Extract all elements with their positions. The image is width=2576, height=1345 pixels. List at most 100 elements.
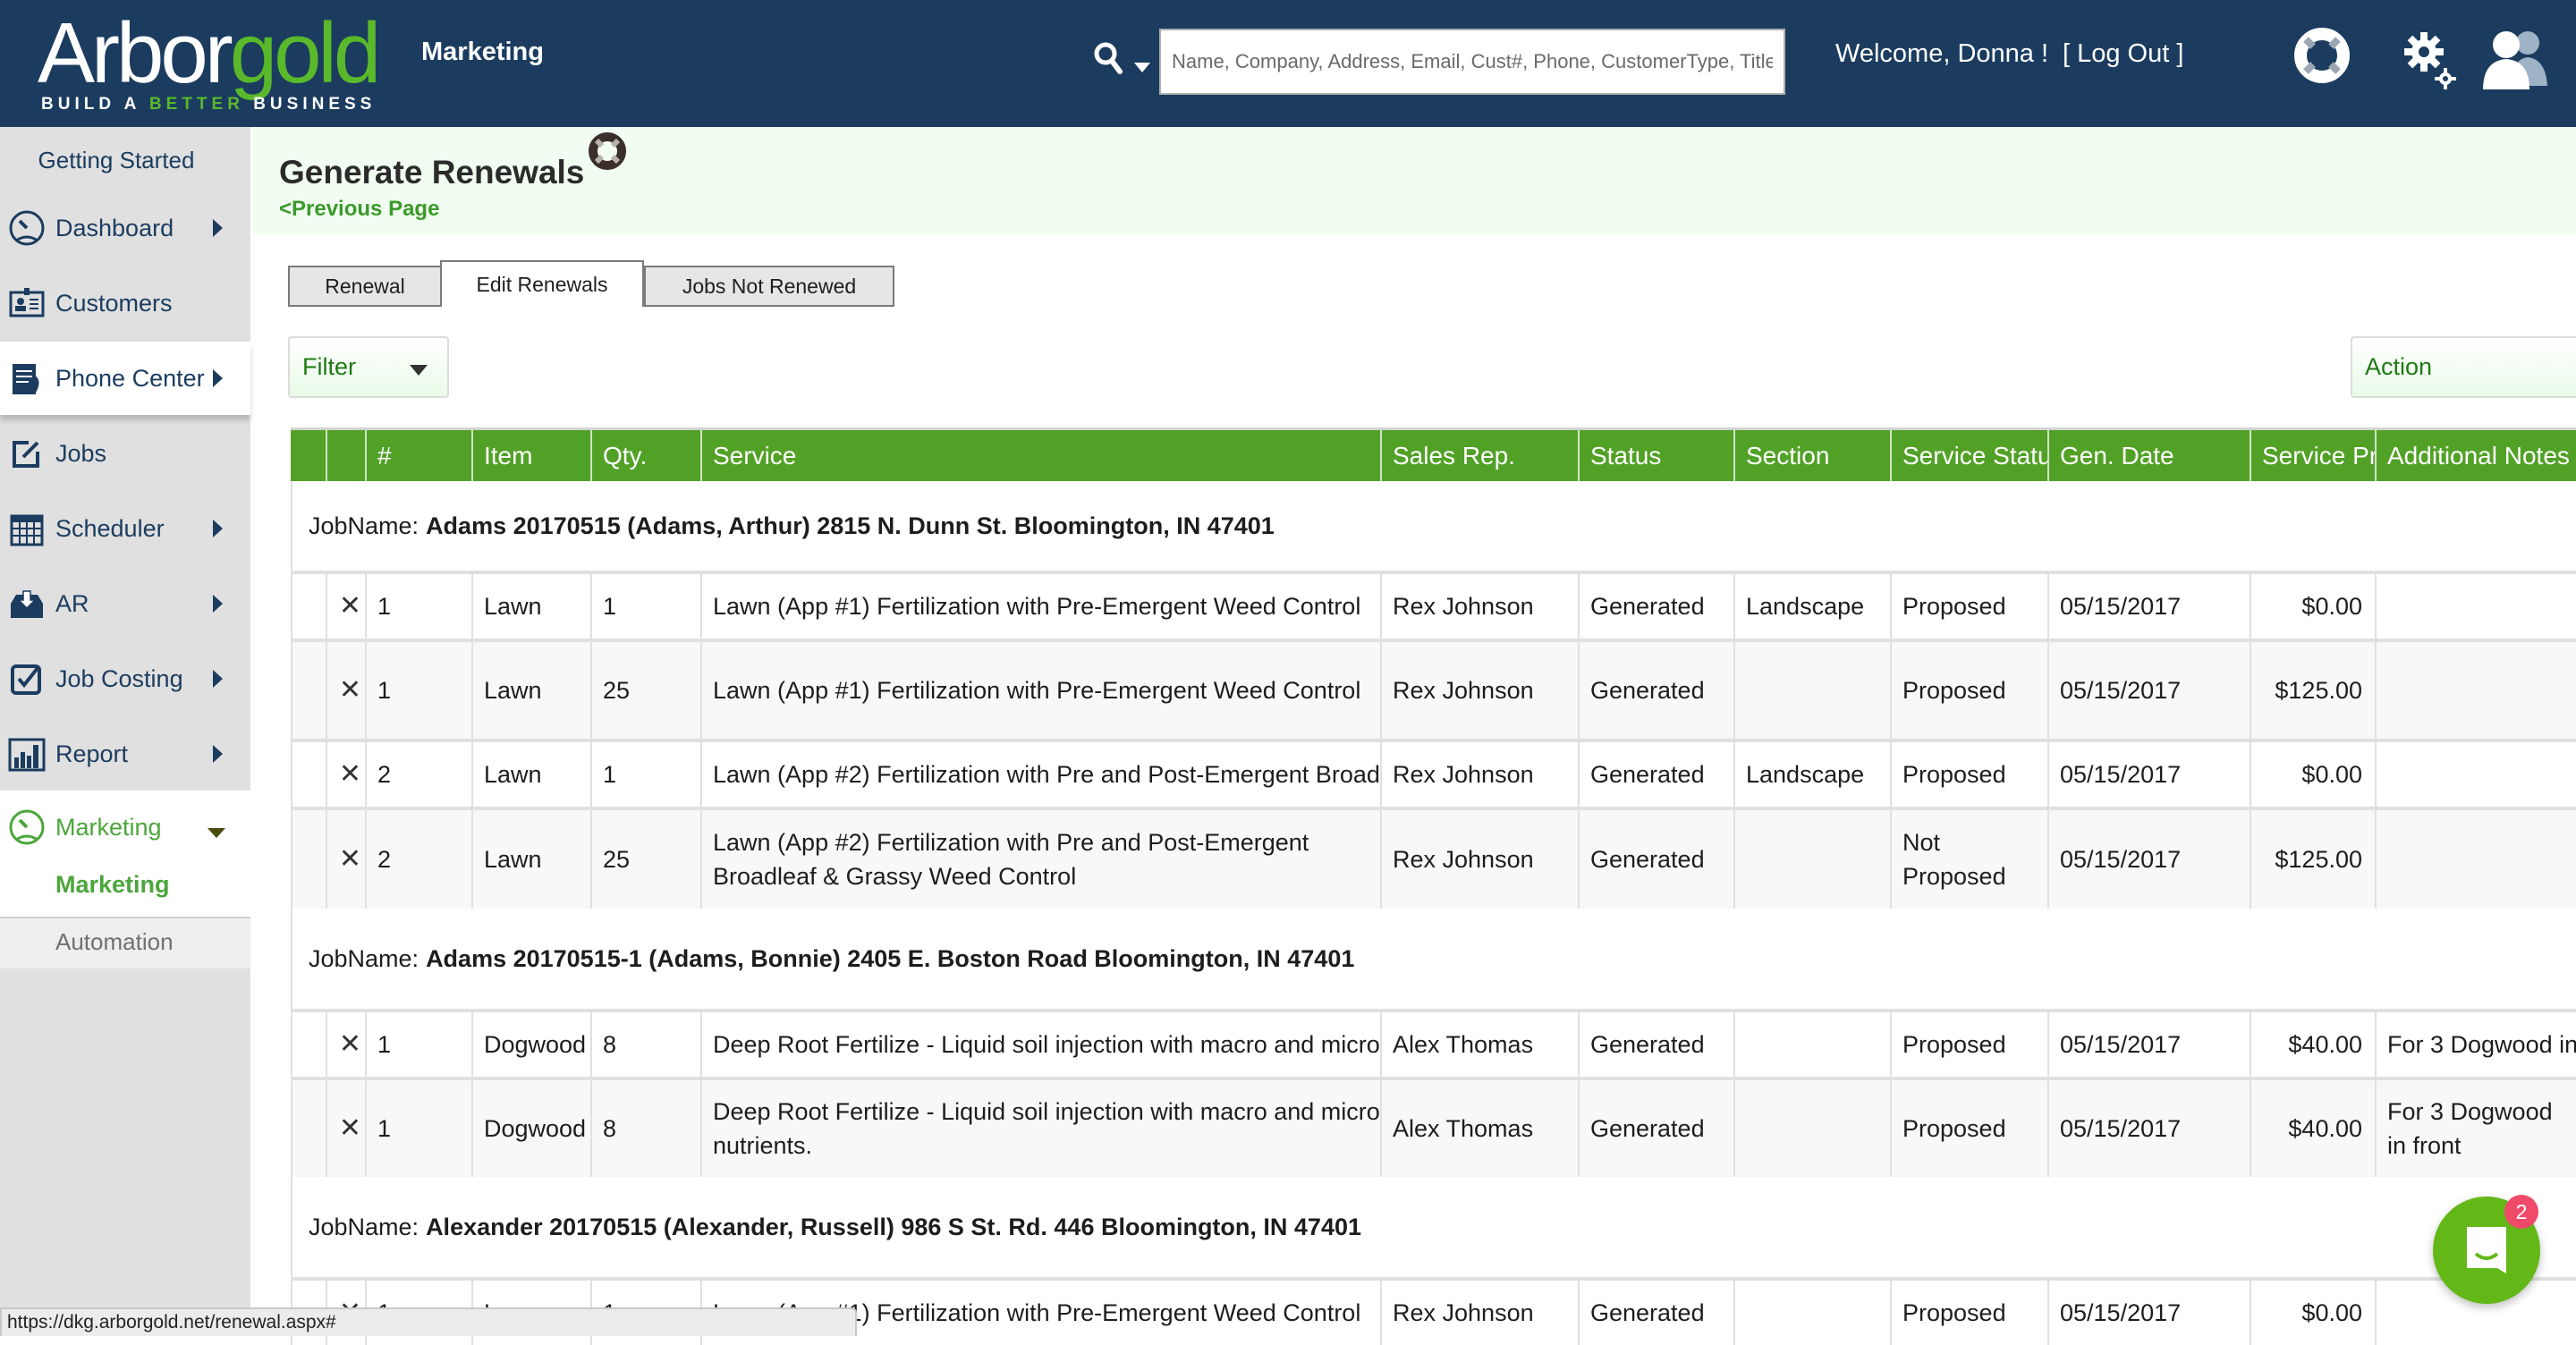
dashboard-gauge-icon [9,210,45,246]
sidebar-item-jobs[interactable]: Jobs [0,417,250,490]
column-header[interactable]: Sales Rep. [1380,430,1578,481]
cell-item: Lawn [471,810,590,909]
cell-service-status: Proposed [1890,574,2047,639]
sidebar-item-job-costing[interactable]: Job Costing [0,642,250,715]
users-icon[interactable] [2472,27,2553,91]
cell-service-status: Proposed [1890,1080,2047,1177]
filter-dropdown[interactable]: Filter [288,336,449,398]
sidebar-item-dashboard[interactable]: Dashboard [0,191,250,265]
cell-section: Landscape [1733,574,1890,639]
cell-section [1733,1080,1890,1177]
delete-row-icon[interactable]: ✕ [326,1080,365,1177]
column-header[interactable]: Section [1733,430,1890,481]
column-header[interactable]: Additional Notes [2375,430,2576,481]
column-header[interactable]: Item [471,430,590,481]
arborgold-logo[interactable]: Arborgold BUILD A BETTER BUSINESS [38,9,386,114]
column-header[interactable]: Status [1578,430,1733,481]
tab-renewal[interactable]: Renewal [288,266,442,307]
job-group-header: JobName: Adams 20170515 (Adams, Arthur) 2… [291,481,2576,571]
tab-edit-renewals[interactable]: Edit Renewals [440,260,644,307]
row-select-cell[interactable] [291,742,326,807]
help-lifebuoy-icon[interactable] [2293,27,2351,84]
job-group-header: JobName: Adams 20170515-1 (Adams, Bonnie)… [291,909,2576,1009]
sidebar-item-label: Dashboard [55,214,174,241]
row-select-cell[interactable] [291,574,326,639]
column-header[interactable]: Service [700,430,1380,481]
cell-service-status: Proposed [1890,1281,2047,1345]
action-dropdown[interactable]: Action [2351,336,2576,398]
row-select-cell[interactable] [291,1012,326,1077]
row-select-cell[interactable] [291,642,326,739]
sidebar-item-scheduler[interactable]: Scheduler [0,492,250,565]
global-search-input[interactable] [1159,29,1785,95]
sidebar-item-ar[interactable]: AR [0,567,250,640]
column-header[interactable]: Service Pr [2250,430,2375,481]
column-header[interactable] [326,430,365,481]
welcome-text: Welcome, Donna ! [1835,39,2049,68]
sidebar-item-marketing[interactable]: Marketing [0,791,250,864]
table-row[interactable]: ✕ 2 Lawn 25 Lawn (App #2) Fertilization with… [291,807,2576,909]
checklist-icon [11,664,41,695]
help-lifebuoy-icon[interactable] [587,131,628,172]
tab-jobs-not-renewed[interactable]: Jobs Not Renewed [644,266,894,307]
table-row[interactable]: ✕ 1 Dogwood 8 Deep Root Fertilize - Liquid s… [291,1077,2576,1177]
sidebar-item-customers[interactable]: Customers [0,266,250,340]
calendar-icon [10,514,44,546]
sidebar-getting-started[interactable]: Getting Started [0,147,233,174]
column-header[interactable]: Gen. Date [2047,430,2250,481]
cell-price: $125.00 [2250,642,2375,739]
column-header[interactable]: Service Statu [1890,430,2047,481]
sidebar-item-label: AR [55,589,89,617]
cell-item: Dogwood [471,1012,590,1077]
delete-row-icon[interactable]: ✕ [326,810,365,909]
edit-icon [13,441,39,468]
cell-status: Generated [1578,742,1733,807]
table-row[interactable]: ✕ 1 Dogwood 8 Deep Root Fertilize - Liquid s… [291,1009,2576,1077]
cell-notes [2375,810,2576,909]
delete-row-icon[interactable]: ✕ [326,574,365,639]
cell-price: $125.00 [2250,810,2375,909]
logout-link[interactable]: [ Log Out ] [2063,39,2183,69]
delete-row-icon[interactable]: ✕ [326,1012,365,1077]
sidebar-subitem-marketing[interactable]: Marketing [55,871,170,899]
job-name-value[interactable]: Adams 20170515 (Adams, Arthur) 2815 N. D… [426,512,1275,540]
delete-row-icon[interactable]: ✕ [326,742,365,807]
inbox-download-icon [11,590,43,618]
previous-page-link[interactable]: <Previous Page [279,197,439,222]
cell-qty: 25 [590,810,700,909]
cell-status: Generated [1578,1281,1733,1345]
cell-item: Lawn [471,574,590,639]
cell-status: Generated [1578,810,1733,909]
column-header[interactable] [291,430,326,481]
column-header[interactable]: # [365,430,471,481]
table-row[interactable]: ✕1Lawn1Lawn (App #1) Fertilization with … [291,571,2576,639]
cell-service-status: Not Proposed [1890,810,2047,909]
column-header[interactable]: Qty. [590,430,700,481]
row-select-cell[interactable] [291,1080,326,1177]
delete-row-icon[interactable]: ✕ [326,642,365,739]
sidebar: Getting Started Dashboard Customers Phon… [0,127,250,1336]
cell-price: $0.00 [2250,1281,2375,1345]
job-name-value[interactable]: Alexander 20170515 (Alexander, Russell) … [426,1214,1361,1241]
cell-num: 2 [365,810,471,909]
settings-gear-icon[interactable] [2402,27,2456,91]
cell-gen-date: 05/15/2017 [2047,574,2250,639]
chevron-down-icon [208,828,225,838]
sidebar-item-phone-center[interactable]: Phone Center [0,342,250,415]
chevron-right-icon [213,219,223,237]
row-select-cell[interactable] [291,810,326,909]
sidebar-item-label: Scheduler [55,514,165,542]
cell-service-status: Proposed [1890,742,2047,807]
cell-gen-date: 05/15/2017 [2047,642,2250,739]
table-row[interactable]: ✕ 2 Lawn 1 Lawn (App #2) Fertilization with … [291,739,2576,807]
search-type-dropdown-icon[interactable] [1134,63,1150,72]
sidebar-item-label: Report [55,740,129,767]
table-row[interactable]: ✕ 1 Lawn 25 Lawn (App #1) Fertilization with… [291,639,2576,739]
search-icon[interactable] [1093,41,1123,75]
sidebar-item-report[interactable]: Report [0,717,250,791]
cell-section [1733,1012,1890,1077]
sidebar-subitem-automation[interactable]: Automation [55,928,174,956]
job-name-value[interactable]: Adams 20170515-1 (Adams, Bonnie) 2405 E.… [426,945,1354,973]
cell-num: 1 [365,642,471,739]
browser-status-url: https://dkg.arborgold.net/renewal.aspx# [0,1307,857,1336]
